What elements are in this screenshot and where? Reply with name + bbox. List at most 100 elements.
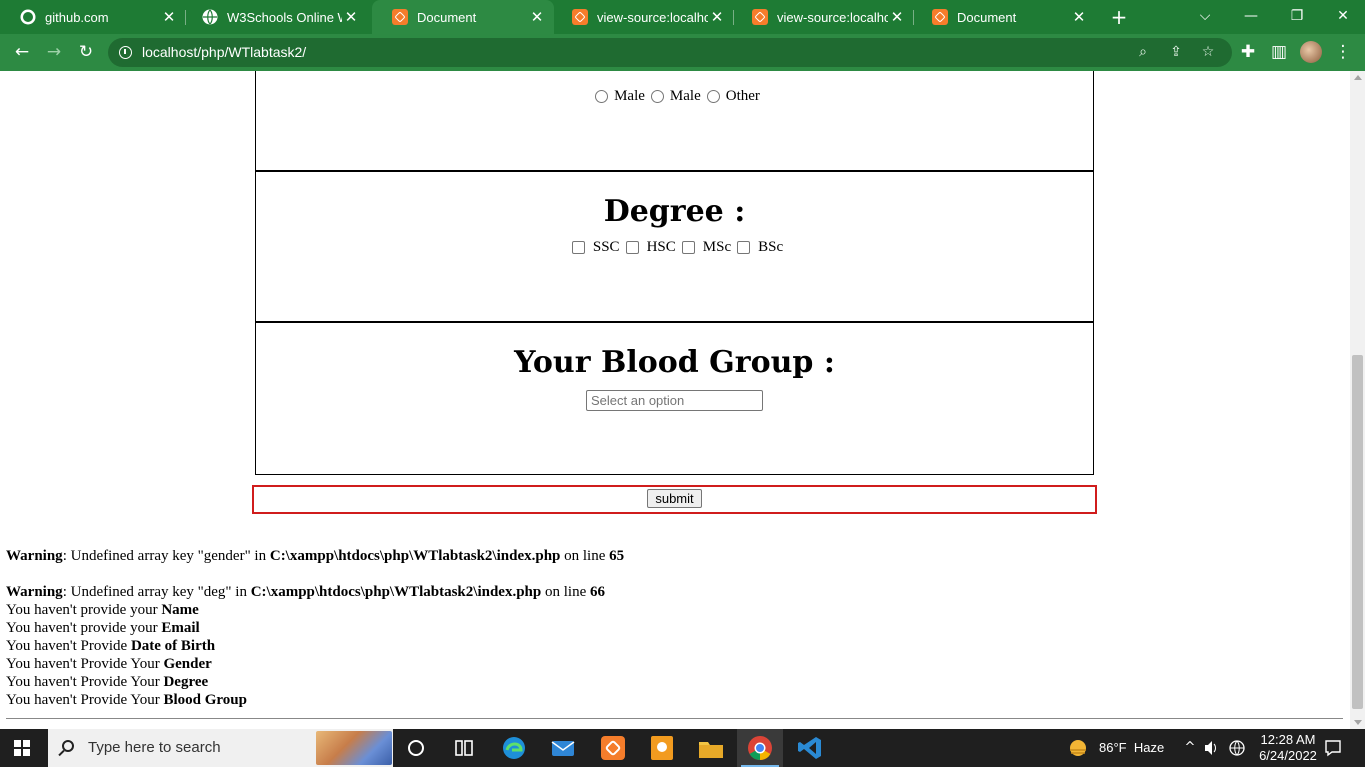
degree-option-msc[interactable]: MSc: [676, 239, 731, 256]
clock-date: 6/24/2022: [1259, 748, 1317, 763]
close-tab-icon[interactable]: ✕: [888, 8, 906, 26]
warning-text: : Undefined array key "gender" in: [62, 548, 270, 564]
new-tab-button[interactable]: +: [1108, 4, 1130, 30]
volume-icon[interactable]: [1203, 729, 1219, 767]
extensions-icon[interactable]: ✚: [1234, 38, 1262, 66]
close-tab-icon[interactable]: ✕: [160, 8, 178, 26]
tab-w3schools[interactable]: W3Schools Online We ✕: [182, 0, 368, 34]
tab-title: Document: [957, 9, 1017, 25]
weather-haze-icon: [1070, 740, 1086, 756]
browser-toolbar: ← → ↻ localhost/php/WTlabtask2/ ⌕ ⇪ ☆ ✚ …: [0, 34, 1365, 71]
search-icon: [62, 740, 74, 752]
reload-button[interactable]: ↻: [72, 38, 100, 66]
degree-option-ssc[interactable]: SSC: [566, 239, 620, 256]
close-tab-icon[interactable]: ✕: [708, 8, 726, 26]
checkbox[interactable]: [737, 241, 751, 254]
xampp-icon: [932, 9, 948, 25]
gender-option-label: Male: [614, 88, 645, 104]
network-globe-icon[interactable]: [1228, 729, 1246, 767]
restore-button[interactable]: ❐: [1274, 0, 1320, 34]
tab-view-source-2[interactable]: view-source:localhost/ ✕: [732, 0, 914, 34]
degree-option-label: BSc: [758, 239, 784, 255]
menu-kebab-icon[interactable]: ⋮: [1329, 38, 1357, 66]
scroll-thumb[interactable]: [1352, 355, 1363, 709]
degree-section: Degree : SSC HSC MSc BSc: [255, 170, 1094, 323]
tab-strip: github.com ✕ W3Schools Online We ✕ Docum…: [0, 0, 1365, 34]
tab-search-chevron-icon[interactable]: ⌵: [1182, 0, 1228, 34]
gender-option-male-2[interactable]: Male: [645, 88, 701, 105]
gender-option-other[interactable]: Other: [701, 88, 760, 105]
gender-section: Male Male Other: [255, 71, 1094, 171]
show-hidden-icons-chevron-icon[interactable]: ^: [1181, 729, 1199, 767]
app-launcher-icon[interactable]: [648, 734, 676, 762]
profile-avatar[interactable]: [1300, 41, 1322, 63]
warning-line: Warning: Undefined array key "deg" in C:…: [6, 583, 624, 601]
submit-button[interactable]: submit: [647, 489, 702, 508]
chrome-taskbar-active[interactable]: [737, 729, 783, 767]
info-icon[interactable]: [119, 46, 132, 59]
zoom-icon[interactable]: ⌕: [1132, 41, 1154, 63]
share-icon[interactable]: ⇪: [1165, 41, 1187, 63]
blood-group-select[interactable]: Select an option: [586, 390, 763, 411]
xampp-icon: [392, 9, 408, 25]
degree-option-hsc[interactable]: HSC: [620, 239, 676, 256]
degree-option-label: MSc: [702, 239, 732, 255]
gender-option-label: Male: [669, 88, 701, 104]
scroll-up-arrow-icon[interactable]: [1354, 75, 1362, 80]
system-clock[interactable]: 12:28 AM 6/24/2022: [1253, 729, 1323, 767]
page-scrollbar[interactable]: [1350, 71, 1365, 729]
message-field: Date of Birth: [130, 638, 216, 654]
search-highlight-image[interactable]: [316, 731, 392, 765]
degree-options: SSC HSC MSc BSc: [256, 239, 1093, 256]
degree-option-bsc[interactable]: BSc: [731, 239, 783, 256]
vscode-icon[interactable]: [796, 734, 824, 762]
cortana-icon[interactable]: [402, 734, 430, 762]
blood-group-section: Your Blood Group : Select an option: [255, 321, 1094, 475]
globe-icon: [202, 9, 218, 25]
xampp-icon: [752, 9, 768, 25]
tab-github[interactable]: github.com ✕: [0, 0, 186, 34]
message-field: Email: [161, 620, 200, 636]
address-bar[interactable]: localhost/php/WTlabtask2/ ⌕ ⇪ ☆: [108, 38, 1232, 67]
message-line: You haven't Provide Your Degree: [6, 673, 624, 691]
tab-document-active[interactable]: Document ✕: [372, 0, 554, 34]
checkbox[interactable]: [681, 241, 695, 254]
url-text: localhost/php/WTlabtask2/: [142, 44, 307, 60]
tab-document-2[interactable]: Document ✕: [912, 0, 1096, 34]
gender-option-male[interactable]: Male: [589, 88, 645, 105]
radio-button[interactable]: [706, 90, 720, 103]
message-line: You haven't Provide Your Blood Group: [6, 691, 624, 709]
gender-option-label: Other: [725, 88, 760, 104]
message-prefix: You haven't provide your: [6, 602, 162, 618]
notifications-icon[interactable]: [1323, 729, 1343, 767]
tab-view-source-1[interactable]: view-source:localhost/ ✕: [552, 0, 734, 34]
degree-heading: Degree :: [603, 194, 746, 229]
bookmark-star-icon[interactable]: ☆: [1197, 41, 1219, 63]
message-prefix: You haven't Provide Your: [6, 656, 164, 672]
file-explorer-icon[interactable]: [697, 734, 725, 762]
checkbox[interactable]: [571, 241, 585, 254]
warning-text: : Undefined array key "deg" in: [62, 584, 251, 600]
scroll-down-arrow-icon[interactable]: [1354, 720, 1362, 725]
close-window-button[interactable]: ✕: [1320, 0, 1365, 34]
taskbar-search-box[interactable]: Type here to search: [48, 729, 393, 767]
mail-icon[interactable]: [549, 734, 577, 762]
xampp-icon[interactable]: [599, 734, 627, 762]
horizontal-rule: [6, 718, 1343, 719]
degree-option-label: HSC: [646, 239, 676, 255]
side-panel-icon[interactable]: ▥: [1265, 38, 1293, 66]
close-tab-icon[interactable]: ✕: [342, 8, 360, 26]
windows-start-icon[interactable]: [14, 740, 30, 756]
message-line: You haven't provide your Email: [6, 619, 624, 637]
close-tab-icon[interactable]: ✕: [1070, 8, 1088, 26]
checkbox[interactable]: [625, 241, 639, 254]
close-tab-icon[interactable]: ✕: [528, 8, 546, 26]
edge-icon[interactable]: [500, 734, 528, 762]
warning-path: C:\xampp\htdocs\php\WTlabtask2\index.php: [250, 584, 542, 600]
radio-button[interactable]: [595, 90, 609, 103]
forward-button[interactable]: →: [40, 38, 68, 66]
radio-button[interactable]: [650, 90, 664, 103]
minimize-button[interactable]: —: [1228, 0, 1274, 34]
back-button[interactable]: ←: [8, 38, 36, 66]
task-view-icon[interactable]: [450, 734, 478, 762]
